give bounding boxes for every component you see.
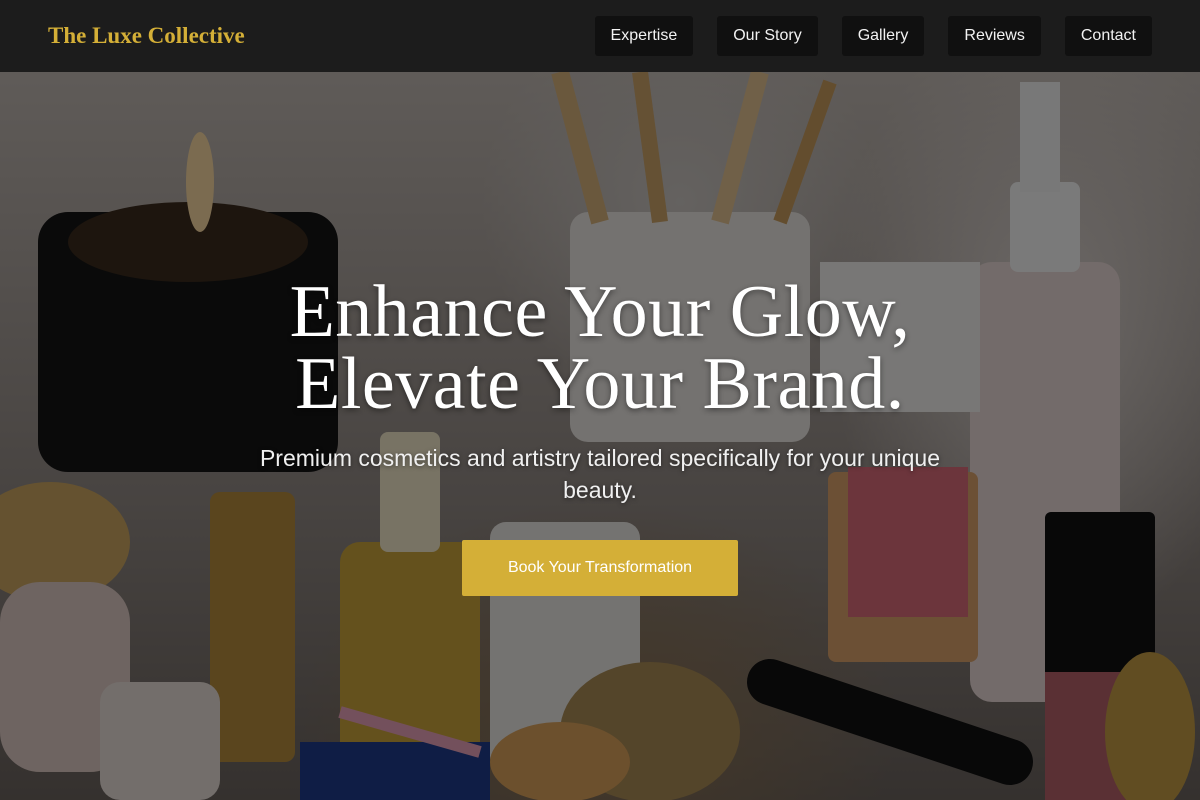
headline-line-2: Elevate Your Brand.: [295, 343, 905, 425]
nav-gallery-button[interactable]: Gallery: [841, 16, 925, 56]
navbar: The Luxe Collective Expertise Our Story …: [0, 0, 1200, 72]
headline-line-1: Enhance Your Glow,: [289, 271, 911, 353]
hero-subheadline: Premium cosmetics and artistry tailored …: [259, 445, 941, 503]
book-transformation-button[interactable]: Book Your Transformation: [462, 540, 738, 596]
hero-section: Enhance Your Glow, Elevate Your Brand. P…: [0, 72, 1200, 800]
main-nav: Expertise Our Story Gallery Reviews Cont…: [594, 16, 1152, 56]
nav-our-story-button[interactable]: Our Story: [717, 16, 818, 56]
brand-logo[interactable]: The Luxe Collective: [48, 23, 245, 49]
nav-contact-button[interactable]: Contact: [1064, 16, 1152, 56]
hero-content: Enhance Your Glow, Elevate Your Brand. P…: [0, 72, 1200, 800]
hero-headline: Enhance Your Glow, Elevate Your Brand.: [289, 271, 911, 425]
nav-reviews-button[interactable]: Reviews: [948, 16, 1041, 56]
nav-expertise-button[interactable]: Expertise: [594, 16, 694, 56]
